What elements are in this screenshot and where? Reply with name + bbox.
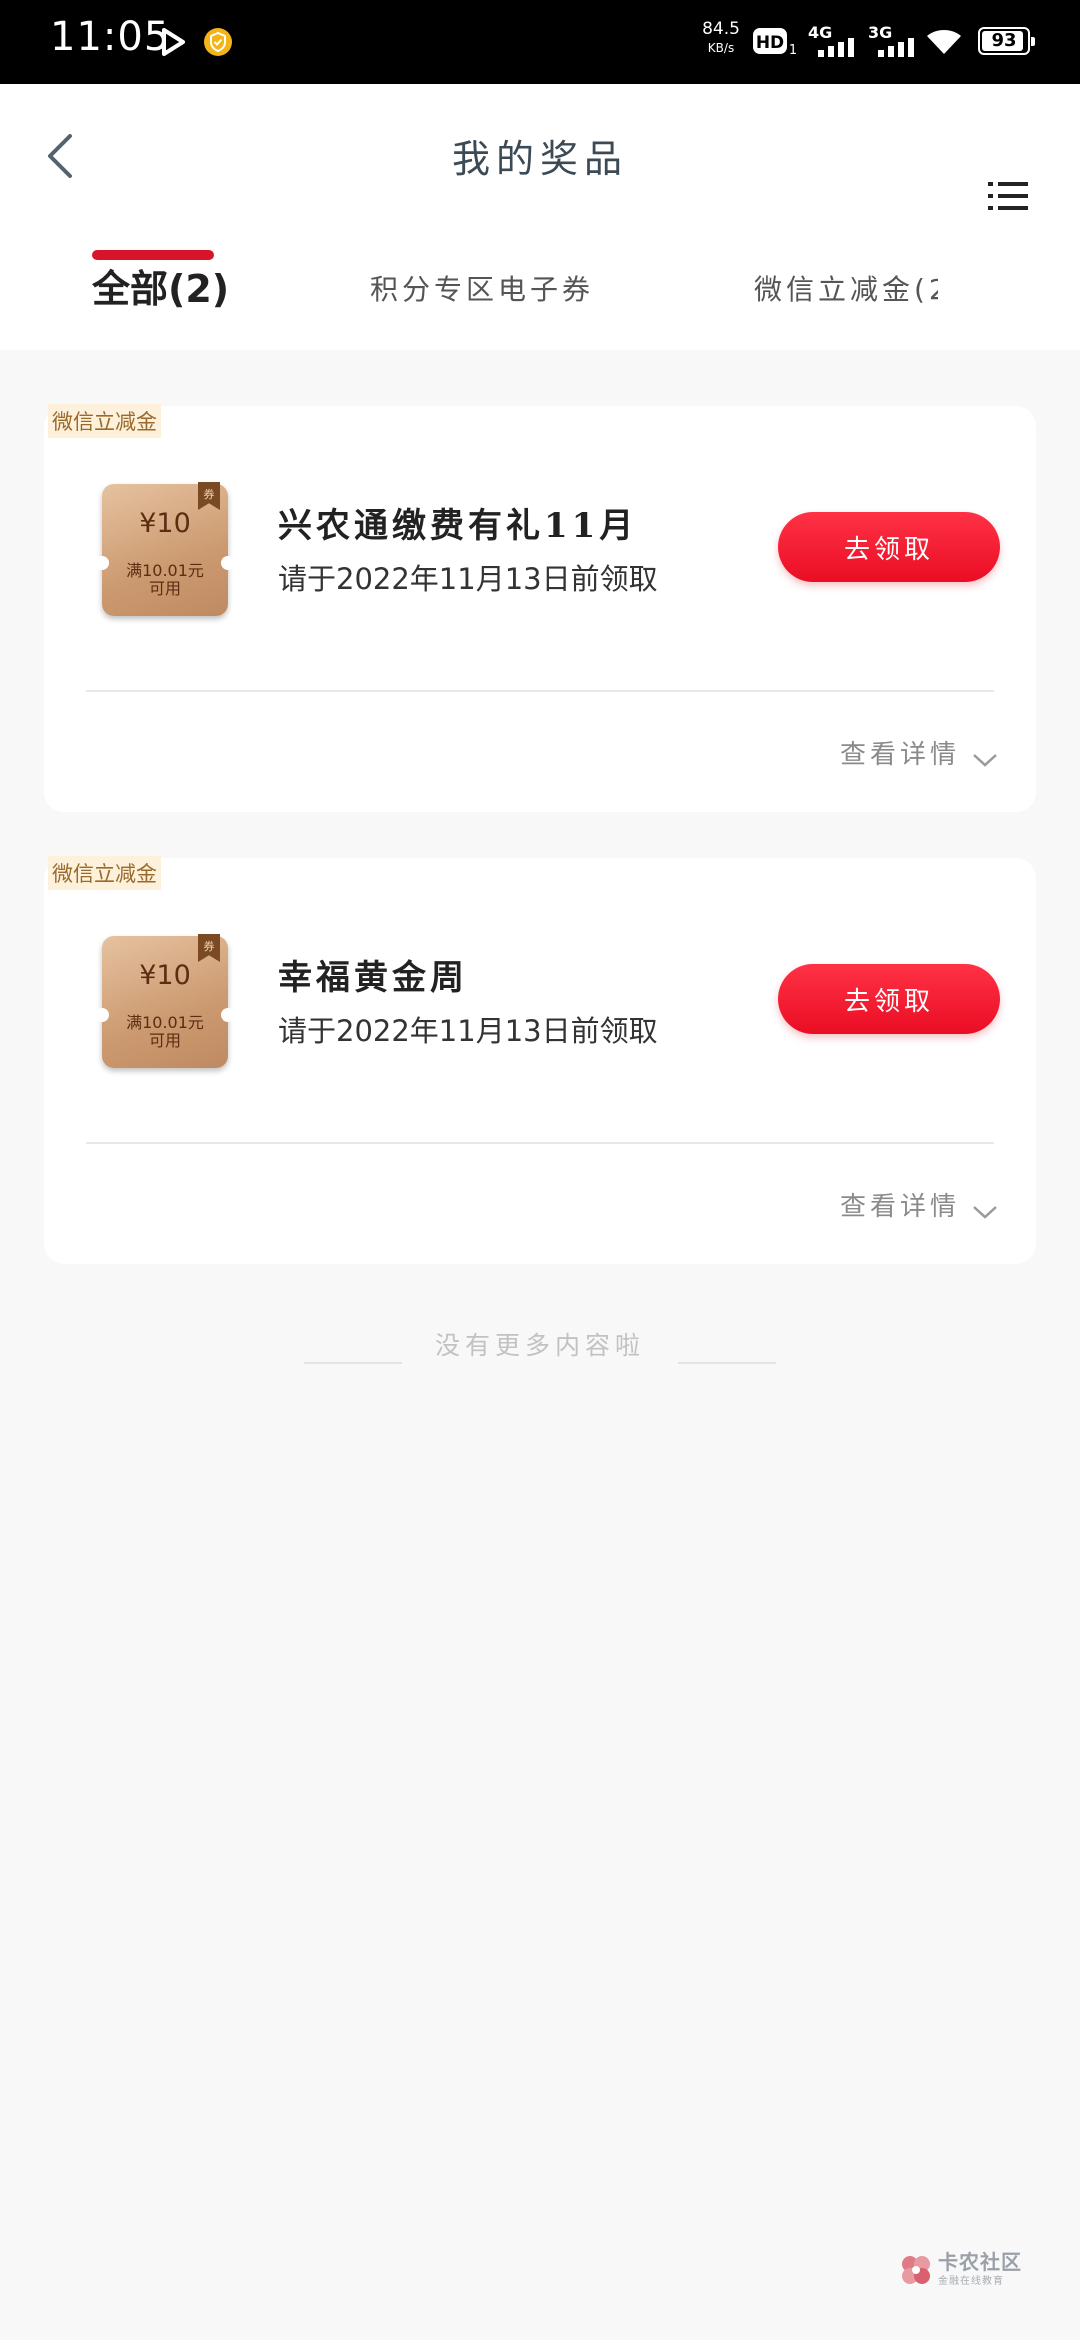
- coupon-amount: ¥10: [139, 508, 191, 539]
- shield-icon: [204, 28, 232, 56]
- prize-title: 兴农通缴费有礼11月: [278, 506, 638, 546]
- tab-wechat-discount[interactable]: 微信立减金(2: [754, 268, 938, 364]
- status-time: 11:05: [50, 14, 171, 60]
- divider: [86, 1142, 994, 1144]
- claim-button[interactable]: 去领取: [778, 512, 1000, 582]
- tab-bar: 全部(2) 积分专区电子券 微信立减金(2: [0, 254, 1080, 350]
- coupon-condition: 满10.01元 可用: [102, 562, 228, 598]
- battery-level: 93: [991, 30, 1017, 51]
- coupon-icon: 券 ¥10 满10.01元 可用: [95, 482, 235, 616]
- tab-all[interactable]: 全部(2): [92, 258, 229, 354]
- chevron-down-icon[interactable]: [972, 752, 998, 768]
- coupon-condition: 满10.01元 可用: [102, 1014, 228, 1050]
- end-divider-left: [304, 1362, 402, 1364]
- divider: [86, 690, 994, 692]
- wifi-icon: [927, 30, 961, 54]
- hd-label: HD: [756, 33, 784, 53]
- signal-4g-icon: 4G: [808, 23, 854, 57]
- net-speed-value: 84.5: [702, 19, 740, 39]
- coupon-icon: 券 ¥10 满10.01元 可用: [95, 934, 235, 1068]
- kanong-logo-icon: [902, 2256, 930, 2284]
- coupon-ribbon-label: 券: [203, 488, 215, 501]
- app-header: 我的奖品 全部(2) 积分专区电子券 微信立减金(2: [0, 84, 1080, 350]
- no-more-content: 没有更多内容啦: [434, 1331, 645, 1360]
- net-speed-unit: KB/s: [707, 41, 735, 55]
- signal-3g-label: 3G: [868, 23, 892, 42]
- prize-deadline: 请于2022年11月13日前领取: [278, 1014, 658, 1048]
- view-details-link[interactable]: 查看详情: [840, 734, 960, 771]
- prize-tag: 微信立减金: [48, 856, 161, 890]
- status-bar: 11:05 84.5 KB/s HD 1 4G 3G 93: [0, 0, 1080, 84]
- play-icon: [162, 28, 185, 56]
- coupon-condition-line2: 可用: [148, 579, 181, 598]
- coupon-condition-line1: 满10.01元: [126, 561, 204, 580]
- watermark-subtitle: 金融在线教育: [938, 2276, 1004, 2287]
- watermark: 卡农社区 金融在线教育: [898, 2246, 1028, 2290]
- view-details-link[interactable]: 查看详情: [840, 1186, 960, 1223]
- coupon-ribbon: 券: [198, 482, 220, 510]
- signal-4g-label: 4G: [808, 23, 832, 42]
- hd-icon: HD 1: [753, 28, 797, 56]
- net-speed: 84.5 KB/s: [700, 20, 742, 58]
- coupon-amount: ¥10: [139, 960, 191, 991]
- battery-icon: 93: [978, 27, 1035, 55]
- tab-active-indicator: [92, 250, 214, 260]
- tab-points-voucher[interactable]: 积分专区电子券: [370, 268, 594, 364]
- claim-button-label: 去领取: [843, 535, 934, 565]
- signal-3g-icon: 3G: [868, 23, 914, 57]
- prize-tag: 微信立减金: [48, 404, 161, 438]
- coupon-ribbon-label: 券: [203, 940, 215, 953]
- page-title: 我的奖品: [451, 137, 628, 181]
- prize-card: 微信立减金 券 ¥10 满10.01元 可用 幸福黄金周 请于2022年11月1…: [44, 856, 1036, 1264]
- list-icon[interactable]: [988, 178, 1028, 214]
- end-divider-right: [678, 1362, 776, 1364]
- coupon-condition-line1: 满10.01元: [126, 1013, 204, 1032]
- prize-deadline: 请于2022年11月13日前领取: [278, 562, 658, 596]
- coupon-condition-line2: 可用: [148, 1031, 181, 1050]
- coupon-ribbon: 券: [198, 934, 220, 962]
- claim-button-label: 去领取: [843, 987, 934, 1017]
- prize-card: 微信立减金 券 ¥10 满10.01元 可用 兴农通缴费有礼11月 请于2022…: [44, 404, 1036, 812]
- hd-sub: 1: [789, 43, 797, 56]
- chevron-down-icon[interactable]: [972, 1204, 998, 1220]
- claim-button[interactable]: 去领取: [778, 964, 1000, 1034]
- watermark-name: 卡农社区: [938, 2250, 1022, 2274]
- prize-title: 幸福黄金周: [278, 958, 468, 998]
